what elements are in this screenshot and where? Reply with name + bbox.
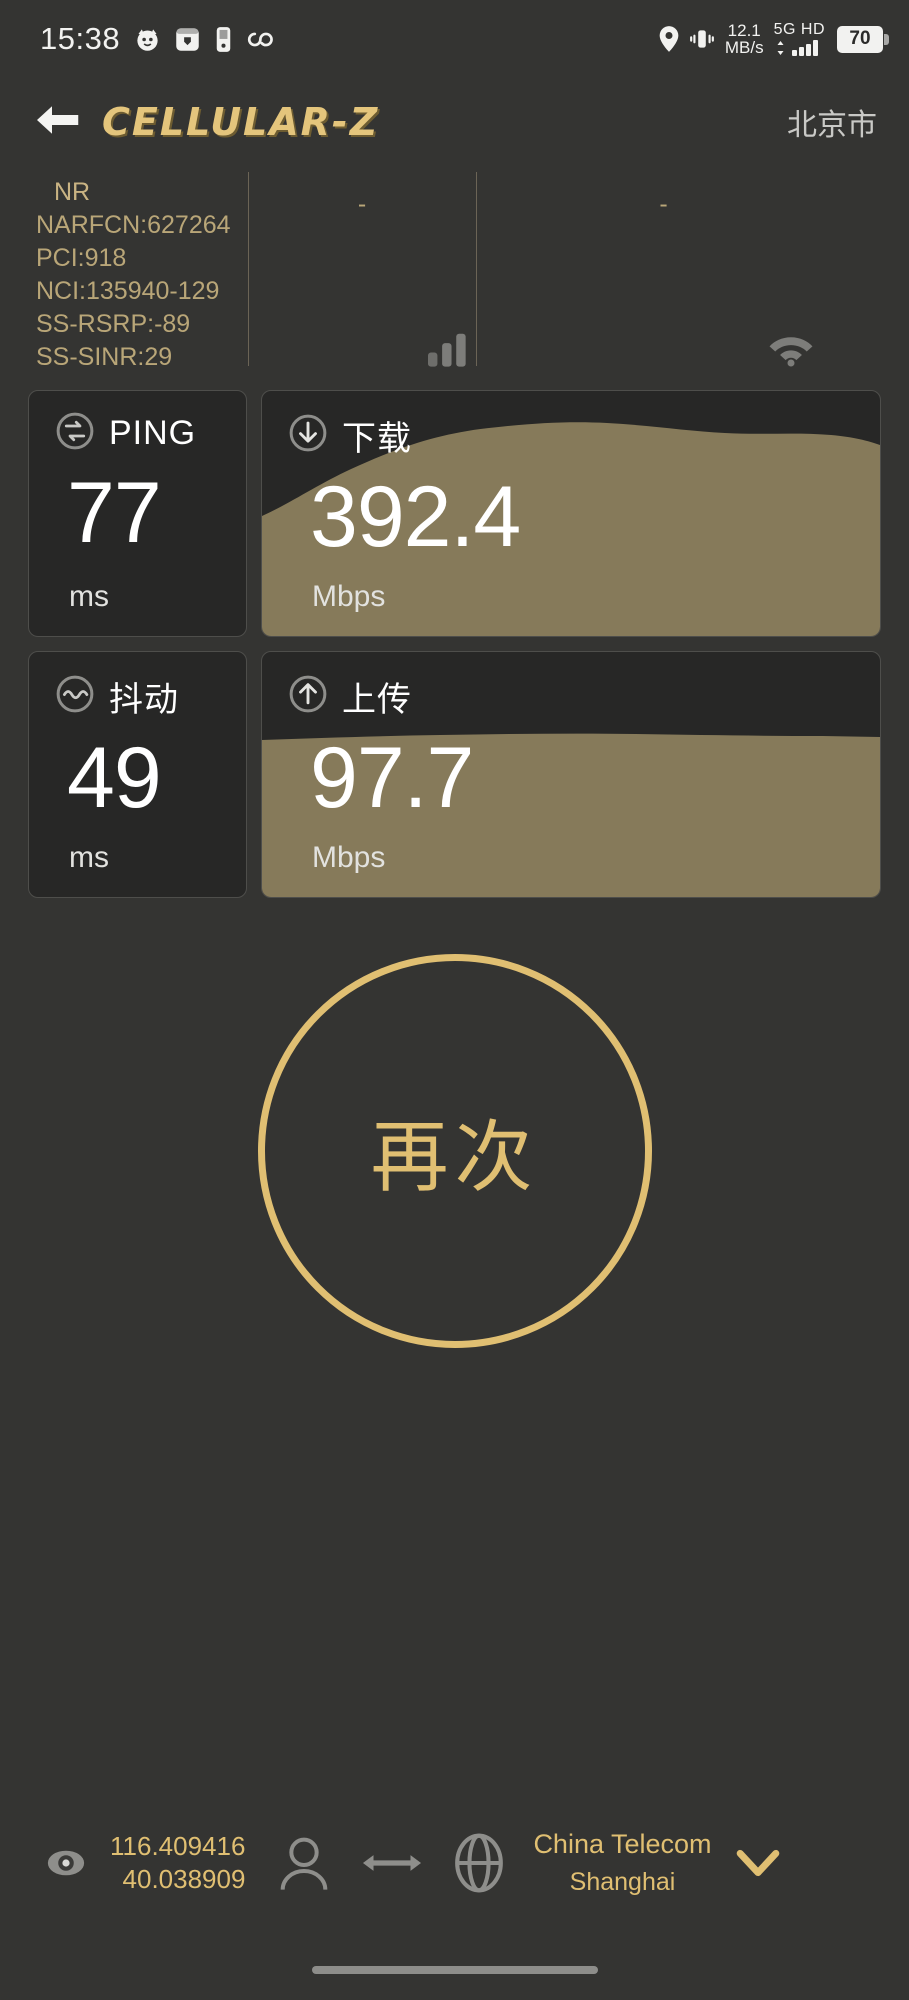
- cell-info-line: SS-SINR:29: [36, 343, 173, 371]
- home-indicator: [311, 1966, 598, 1974]
- net-speed-value: 12.1: [727, 20, 761, 40]
- status-bar-left: 15:38: [40, 21, 276, 57]
- longitude-value: 40.038909: [122, 1864, 246, 1894]
- metric-card-header: 抖动: [55, 672, 246, 721]
- footer-bar: 116.409416 40.038909 China Telecom Shang…: [0, 1808, 909, 1918]
- location-pin-icon: [658, 25, 680, 53]
- status-bar-right: 12.1 MB/s 5G HD 70: [658, 20, 889, 57]
- coordinates: 116.409416 40.038909: [110, 1830, 245, 1897]
- metric-card-header: 下载: [288, 411, 880, 460]
- cell-info-line: PCI:918: [36, 244, 127, 272]
- cell-wifi-slot: [476, 314, 851, 372]
- battery-level: 70: [849, 28, 871, 49]
- cell-info-column-3: -: [476, 166, 851, 372]
- cell-info-panel[interactable]: NR NARFCN:627264 PCI:918 NCI:135940-129 …: [0, 166, 909, 372]
- app-header: CELLULAR-Z 北京市: [0, 78, 909, 166]
- metric-card-upload[interactable]: 上传 97.7 Mbps: [261, 651, 881, 898]
- restart-test-label: 再次: [370, 1113, 539, 1201]
- eye-icon[interactable]: [44, 1847, 88, 1879]
- wifi-icon: [765, 327, 817, 372]
- download-circle-icon: [288, 413, 328, 458]
- cell-signal-slot-1: [248, 314, 476, 372]
- cell-rat-label: NR: [54, 178, 91, 206]
- network-label: 5G HD: [773, 21, 825, 39]
- vibrate-icon: [689, 25, 715, 53]
- network-indicator: 5G HD: [773, 21, 825, 56]
- battery-indicator: 70: [837, 25, 889, 53]
- cell-info-placeholder: -: [659, 190, 668, 218]
- cell-info-line: NCI:135940-129: [36, 277, 220, 305]
- signal-bars-icon: [428, 331, 468, 372]
- isp-name: China Telecom: [533, 1829, 712, 1860]
- arrow-left-icon: [32, 100, 82, 145]
- status-bar: 15:38 12.1 MB/s 5G HD 70: [0, 0, 909, 78]
- metric-card-jitter[interactable]: 抖动 49 ms: [28, 651, 247, 898]
- app-title: CELLULAR-Z: [102, 100, 380, 144]
- metric-card-content: 抖动 49 ms: [29, 652, 246, 897]
- cell-info-column-1: NR NARFCN:627264 PCI:918 NCI:135940-129 …: [36, 166, 248, 372]
- latitude-value: 116.409416: [110, 1830, 246, 1861]
- status-signal-bars-icon: [774, 39, 825, 56]
- wallet-icon: [175, 26, 200, 53]
- restart-test-button[interactable]: 再次: [257, 954, 652, 1348]
- metric-title: PING: [109, 414, 197, 452]
- cell-info-line: NARFCN:627264: [36, 211, 231, 239]
- metric-cards-grid: PING 77 ms 下载 392.4 Mbps 抖动 49 ms 上传 97.…: [0, 372, 909, 898]
- metric-unit: Mbps: [312, 580, 386, 613]
- isp-info[interactable]: China Telecom Shanghai: [533, 1825, 711, 1900]
- metric-title: 下载: [342, 420, 412, 458]
- isp-location: Shanghai: [569, 1868, 676, 1897]
- metric-value: 49: [67, 730, 162, 826]
- left-right-arrow-icon: [359, 1848, 425, 1878]
- metric-unit: ms: [69, 841, 109, 874]
- upload-circle-icon: [288, 674, 328, 719]
- metric-unit: Mbps: [312, 841, 386, 874]
- cell-info-placeholder: -: [357, 190, 367, 218]
- net-speed-unit: MB/s: [724, 38, 764, 57]
- back-button[interactable]: [26, 91, 88, 153]
- metric-value: 77: [67, 465, 162, 561]
- metric-value: 97.7: [310, 730, 474, 826]
- chevron-down-icon[interactable]: [736, 1847, 780, 1879]
- metric-title: 上传: [342, 681, 412, 719]
- again-button-container: 再次: [0, 898, 909, 1404]
- status-time: 15:38: [40, 21, 121, 56]
- jitter-circle-icon: [55, 674, 95, 719]
- metric-value: 392.4: [310, 469, 521, 565]
- metric-card-content: 下载 392.4 Mbps: [262, 391, 880, 636]
- city-label[interactable]: 北京市: [787, 100, 877, 144]
- metric-title: 抖动: [109, 681, 179, 719]
- cell-info-column-2: -: [248, 166, 476, 372]
- metric-card-download[interactable]: 下载 392.4 Mbps: [261, 390, 881, 637]
- metric-card-ping[interactable]: PING 77 ms: [28, 390, 247, 637]
- metric-unit: ms: [69, 580, 109, 613]
- person-icon: [277, 1835, 331, 1891]
- cell-info-line: SS-RSRP:-89: [36, 310, 191, 338]
- metric-card-header: PING: [55, 411, 246, 456]
- metric-card-content: 上传 97.7 Mbps: [262, 652, 880, 897]
- cat-face-icon: [134, 26, 161, 53]
- ping-circle-icon: [55, 411, 95, 456]
- phone-card-icon: [214, 26, 233, 53]
- globe-icon: [451, 1833, 507, 1893]
- sync-infinity-icon: [247, 26, 276, 53]
- net-speed: 12.1 MB/s: [724, 20, 764, 57]
- metric-card-content: PING 77 ms: [29, 391, 246, 636]
- metric-card-header: 上传: [288, 672, 880, 721]
